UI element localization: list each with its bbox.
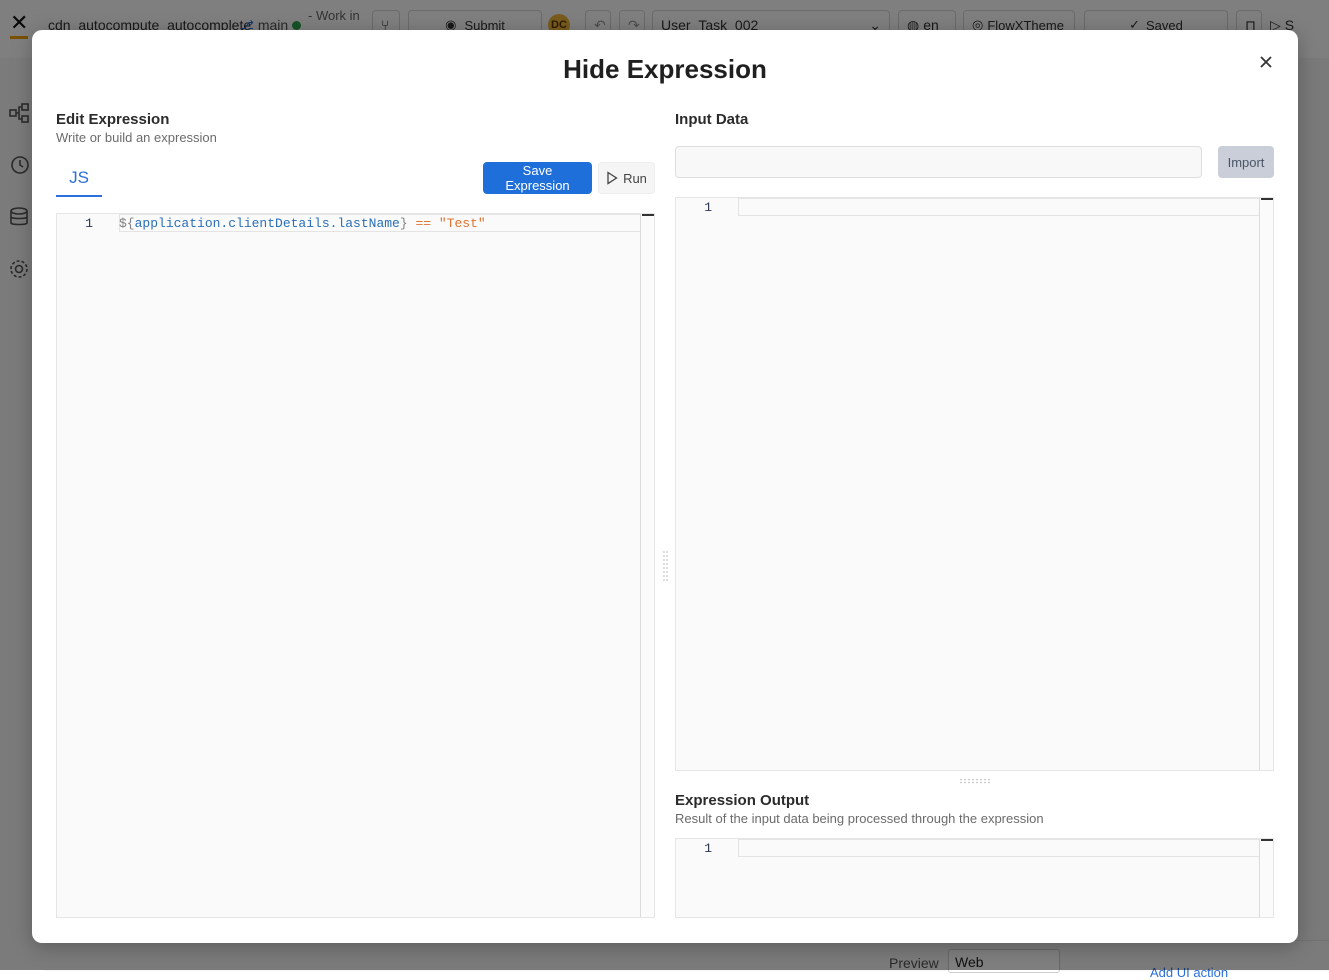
editor-scrollbar[interactable] bbox=[640, 214, 654, 917]
tab-js[interactable]: JS bbox=[56, 163, 102, 197]
current-line-highlight bbox=[738, 839, 1261, 857]
editor-scrollbar[interactable] bbox=[1259, 198, 1273, 770]
editor-gutter: 1 bbox=[676, 198, 738, 770]
line-number: 1 bbox=[704, 841, 712, 856]
import-button[interactable]: Import bbox=[1218, 146, 1274, 178]
hide-expression-modal: Hide Expression Edit Expression Write or… bbox=[32, 30, 1298, 943]
editor-gutter: 1 bbox=[676, 839, 738, 917]
run-label: Run bbox=[623, 170, 647, 186]
expression-output-editor[interactable]: 1 bbox=[675, 838, 1274, 918]
edit-expression-subtitle: Write or build an expression bbox=[56, 130, 217, 145]
run-button[interactable]: Run bbox=[598, 162, 655, 194]
code-open-brace: ${ bbox=[119, 216, 135, 231]
editor-scrollbar[interactable] bbox=[1259, 839, 1273, 917]
editor-gutter: 1 bbox=[57, 214, 119, 917]
line-number: 1 bbox=[85, 216, 93, 231]
expression-output-subtitle: Result of the input data being processed… bbox=[675, 811, 1044, 826]
save-expression-button[interactable]: Save Expression bbox=[483, 162, 592, 194]
code-close-brace: } bbox=[399, 216, 408, 231]
line-number: 1 bbox=[704, 200, 712, 215]
modal-title: Hide Expression bbox=[563, 54, 767, 84]
expression-output-title: Expression Output bbox=[675, 792, 810, 809]
code-operator: == bbox=[415, 216, 432, 231]
input-data-title: Input Data bbox=[675, 111, 749, 128]
close-icon[interactable] bbox=[1256, 52, 1276, 72]
expression-code-editor[interactable]: 1 ${application.clientDetails.lastName} … bbox=[56, 213, 655, 918]
play-icon bbox=[607, 171, 618, 185]
edit-expression-title: Edit Expression bbox=[56, 111, 170, 128]
horizontal-resize-handle[interactable] bbox=[959, 778, 991, 784]
vertical-resize-handle[interactable] bbox=[663, 550, 668, 582]
code-variable-path: application.clientDetails.lastName bbox=[134, 216, 400, 231]
current-line-highlight bbox=[738, 198, 1261, 216]
expression-code-line[interactable]: ${application.clientDetails.lastName} ==… bbox=[119, 216, 486, 231]
code-string-literal: "Test" bbox=[438, 216, 486, 231]
import-file-input[interactable] bbox=[675, 146, 1202, 178]
input-data-editor[interactable]: 1 bbox=[675, 197, 1274, 771]
